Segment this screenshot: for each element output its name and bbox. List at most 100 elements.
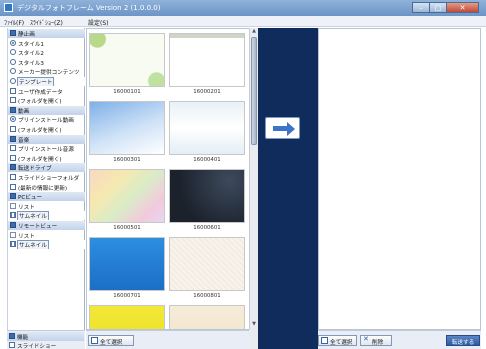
sidebar-item-label: (最新の情報に更新)	[18, 185, 68, 192]
sidebar-item[interactable]: スタイル1	[8, 39, 85, 48]
thumbnail-image[interactable]	[89, 101, 165, 155]
thumbnail-caption: 16000501	[113, 225, 141, 231]
sidebar-item-label: 転送ドライブ	[18, 166, 52, 173]
sidebar-item-label: 静止画	[18, 32, 35, 38]
thumbnail-caption: 16000301	[113, 157, 141, 163]
sidebar-item-label: PCビュー	[18, 195, 43, 202]
minimize-button[interactable]: –	[412, 2, 430, 13]
sidebar-section-header[interactable]: PCビュー	[8, 192, 85, 202]
app-window: デジタルフォトフレーム Version 2 (1.0.0.0) – □ ✕ ﾌｧ…	[0, 0, 486, 349]
sidebar-item[interactable]: リスト	[8, 231, 85, 240]
thumbnail-image[interactable]	[89, 237, 165, 291]
section-icon	[10, 164, 16, 171]
delete-button[interactable]: ✕ 削除	[360, 335, 392, 346]
sidebar-item[interactable]: メーカー提供コンテンツ	[8, 67, 85, 76]
checkbox-icon	[10, 154, 16, 161]
sidebar-section-header[interactable]: 音楽	[8, 134, 85, 144]
scroll-up-icon[interactable]: ▲	[250, 28, 258, 36]
transfer-arrow-button[interactable]	[265, 117, 300, 139]
sidebar-section-header[interactable]: 機能	[7, 332, 84, 341]
sidebar-item-label: ユーザ作成データ	[18, 89, 63, 96]
radio-icon	[10, 78, 16, 84]
thumbnail-image[interactable]	[169, 101, 245, 155]
sidebar-item[interactable]: サムネイル	[8, 240, 85, 250]
sidebar-item-label: (フォルダを開く)	[18, 128, 62, 134]
sidebar-item[interactable]: (フォルダを開く)	[8, 125, 85, 134]
sidebar-item[interactable]: スタイル3	[8, 58, 85, 67]
checkbox-icon	[10, 87, 16, 94]
checkbox-icon	[10, 97, 16, 104]
maximize-icon: □	[434, 4, 442, 12]
sidebar-item[interactable]: スタイル2	[8, 48, 85, 57]
list-view-icon	[10, 231, 16, 238]
sidebar-item[interactable]: テンプレート	[8, 77, 85, 86]
menu-slideshow[interactable]: ｽﾗｲﾄﾞｼｮｰ(Z)	[30, 18, 63, 27]
sidebar-item[interactable]: サムネイル	[8, 211, 85, 221]
sidebar-item[interactable]: リスト	[8, 202, 85, 211]
section-icon	[10, 222, 16, 228]
sidebar-item[interactable]: スライドショー	[7, 341, 84, 349]
sidebar-section-header[interactable]: 静止画	[8, 29, 85, 38]
menu-settings[interactable]: 設定(S)	[88, 18, 109, 27]
sidebar-item[interactable]: スライドショーフォルダ	[8, 173, 85, 182]
thumbnail-view-icon	[10, 241, 16, 248]
gallery-footer: 全て選択	[86, 330, 249, 349]
menu-bar: ﾌｧｲﾙ(F) ｽﾗｲﾄﾞｼｮｰ(Z) 設定(S)	[0, 16, 486, 27]
window-title: デジタルフォトフレーム Version 2 (1.0.0.0)	[17, 4, 161, 12]
thumbnail-image[interactable]	[89, 169, 165, 223]
sidebar-item-label: 音楽	[18, 137, 30, 144]
sidebar-section-header[interactable]: 転送ドライブ	[8, 163, 85, 173]
scrollbar-thumb[interactable]	[251, 37, 257, 145]
gallery-scrollbar[interactable]: ▲ ▼	[249, 28, 258, 330]
thumbnail-caption: 16000801	[193, 293, 221, 299]
sidebar-footer: 機能 スライドショー	[7, 330, 85, 349]
menu-file[interactable]: ﾌｧｲﾙ(F)	[4, 18, 24, 27]
sidebar-item[interactable]: (フォルダを開く)	[8, 96, 85, 105]
sidebar-item-label: リスト	[18, 204, 35, 211]
thumbnail-caption: 16000401	[193, 157, 221, 163]
thumbnail-image[interactable]	[169, 33, 245, 87]
transfer-panel	[258, 28, 318, 349]
thumbnail-image[interactable]	[89, 33, 165, 87]
remote-panel	[318, 28, 481, 330]
radio-icon	[10, 58, 16, 65]
section-icon	[10, 135, 16, 142]
sidebar-item[interactable]: ユーザ作成データ	[8, 87, 85, 96]
sidebar-item[interactable]: プリインストール動画	[8, 115, 85, 124]
sidebar-item-label: (フォルダを開く)	[18, 99, 62, 106]
radio-icon	[10, 39, 16, 46]
transfer-button[interactable]: 転送する	[446, 335, 480, 346]
scroll-down-icon[interactable]: ▼	[250, 321, 258, 329]
sidebar-item[interactable]: (最新の情報に更新)	[8, 183, 85, 192]
thumbnail-image[interactable]	[169, 169, 245, 223]
sidebar-item-label: プリインストール音源	[18, 147, 74, 154]
thumbnail-caption: 16000701	[113, 293, 141, 299]
checkbox-icon	[9, 342, 15, 348]
select-all-button-left[interactable]: 全て選択	[88, 335, 134, 346]
section-icon	[9, 333, 15, 339]
sidebar-item[interactable]: (フォルダを開く)	[8, 154, 85, 163]
radio-icon	[10, 68, 16, 75]
checkbox-icon	[91, 337, 98, 344]
sidebar-item[interactable]: プリインストール音源	[8, 144, 85, 153]
thumbnail-image[interactable]	[169, 305, 245, 329]
arrow-right-icon	[273, 126, 288, 131]
thumbnail-image[interactable]	[89, 305, 165, 329]
sidebar-item-label: サムネイル	[17, 211, 49, 221]
minimize-icon: –	[419, 4, 423, 12]
close-icon: ✕	[459, 4, 466, 12]
section-icon	[10, 106, 16, 113]
sidebar-item-label: テンプレート	[17, 77, 55, 86]
close-button[interactable]: ✕	[446, 2, 479, 13]
sidebar-item-label: スライドショーフォルダ	[18, 176, 80, 182]
thumbnail-image[interactable]	[169, 237, 245, 291]
checkbox-icon	[10, 174, 16, 180]
sidebar-section-header[interactable]: リモートビュー	[8, 221, 85, 230]
maximize-button[interactable]: □	[429, 2, 447, 13]
select-all-button-right[interactable]: 全て選択	[318, 335, 357, 346]
thumbnail-view-icon	[10, 212, 16, 219]
checkbox-icon	[10, 145, 16, 152]
sidebar-section-header[interactable]: 動画	[8, 105, 85, 115]
sidebar-item-label: 動画	[18, 108, 30, 115]
checkbox-icon	[321, 337, 328, 344]
